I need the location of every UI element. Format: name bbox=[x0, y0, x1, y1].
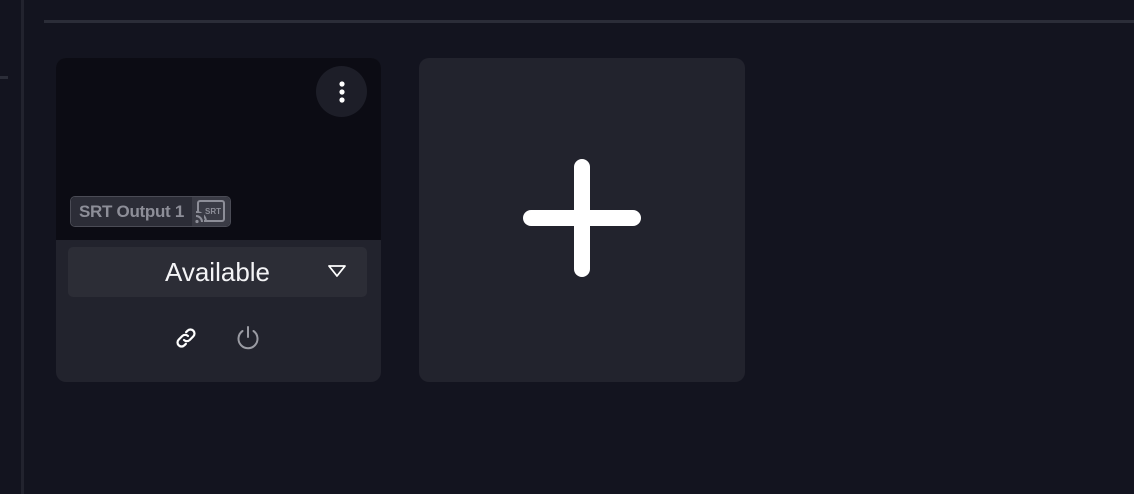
header-divider bbox=[44, 20, 1134, 23]
more-vertical-icon bbox=[338, 80, 345, 103]
power-button[interactable] bbox=[230, 320, 266, 356]
srt-cast-icon: SRT bbox=[192, 197, 230, 226]
status-value: Available bbox=[164, 256, 271, 287]
sidebar-divider bbox=[21, 0, 24, 494]
sidebar-edge-marker bbox=[0, 76, 8, 79]
output-preview: SRT Output 1 SRT bbox=[56, 58, 381, 240]
add-output-button[interactable] bbox=[419, 58, 745, 382]
chevron-down-icon bbox=[328, 265, 346, 277]
status-dropdown[interactable]: Available bbox=[68, 247, 367, 297]
output-menu-button[interactable] bbox=[316, 66, 367, 117]
output-name-badge: SRT Output 1 SRT bbox=[70, 196, 231, 227]
power-icon bbox=[237, 326, 259, 350]
copy-link-button[interactable] bbox=[168, 320, 204, 356]
outputs-page: SRT Output 1 SRT Available bbox=[0, 0, 1134, 494]
link-icon bbox=[176, 328, 196, 348]
output-card: SRT Output 1 SRT Available bbox=[56, 58, 381, 382]
output-name: SRT Output 1 bbox=[71, 197, 192, 226]
output-type-label: SRT bbox=[205, 207, 221, 216]
